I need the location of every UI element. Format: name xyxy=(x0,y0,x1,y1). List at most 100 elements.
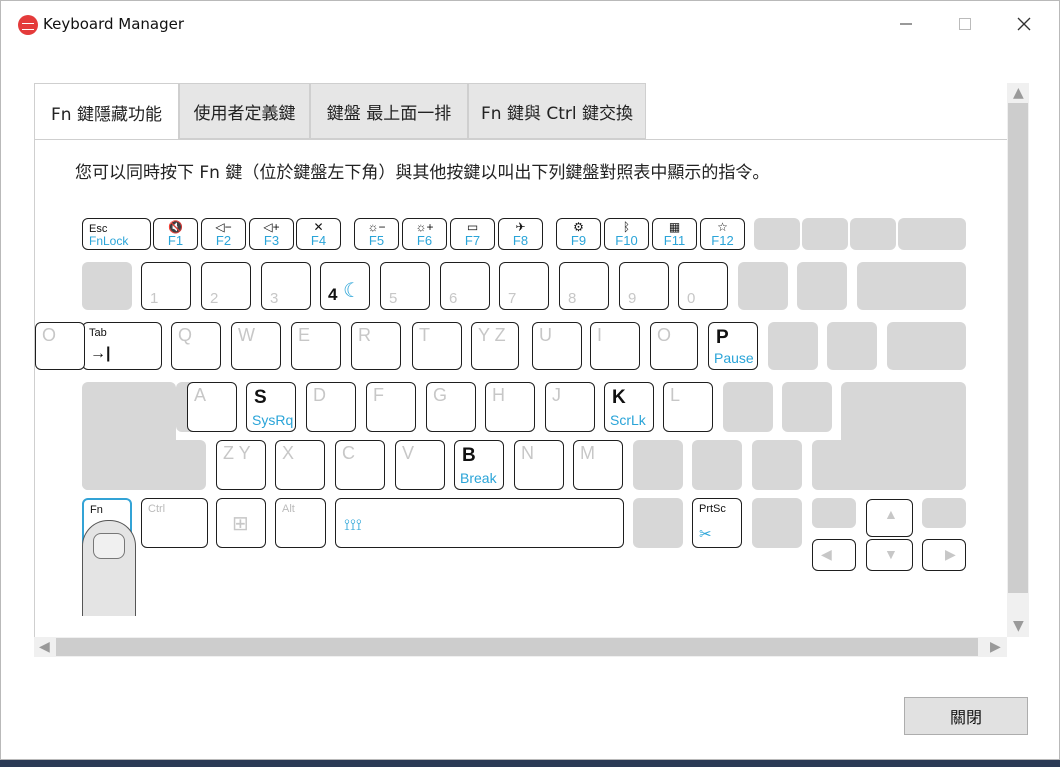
key-semicolon xyxy=(723,382,773,432)
tab-user-defined-keys[interactable]: 使用者定義鍵 xyxy=(179,83,310,139)
key-letter: L xyxy=(670,385,681,405)
scroll-left-icon[interactable]: ◀ xyxy=(39,640,50,654)
key-pgup xyxy=(812,498,856,528)
arrow-left-icon: ◀ xyxy=(821,546,832,562)
alt-label: Alt xyxy=(282,503,295,515)
key-letter: O xyxy=(657,325,672,345)
tab-arrow-icon: →| xyxy=(90,345,111,362)
tab-fn-ctrl-swap[interactable]: Fn 鍵與 Ctrl 鍵交換 xyxy=(468,83,646,139)
key-t: T xyxy=(412,322,462,370)
key-0-label: 0 xyxy=(687,290,696,307)
key-6: 6 xyxy=(440,262,490,310)
key-f10: ᛒ F10 xyxy=(604,218,649,250)
key-backtick xyxy=(82,262,132,310)
key-letter: Y Z xyxy=(478,325,506,345)
key-windows: ⊞ xyxy=(216,498,266,548)
key-gray-top-0 xyxy=(754,218,800,250)
key-zy: Z Y xyxy=(216,440,266,490)
sleep-moon-icon: ☾ xyxy=(343,280,361,302)
tab-top-row[interactable]: 鍵盤 最上面一排 xyxy=(310,83,468,139)
arrow-right-icon: ▶ xyxy=(945,546,956,562)
key-letter: O xyxy=(42,325,57,345)
fnlock-label: FnLock xyxy=(89,234,129,248)
fkey-icon: ⚙ xyxy=(573,220,584,234)
key-alt: Alt xyxy=(275,498,326,548)
key-f5: ☼− F5 xyxy=(354,218,399,250)
key-p-label: P xyxy=(716,327,729,348)
key-period xyxy=(692,440,742,490)
key-s-label: S xyxy=(254,387,267,408)
key-letter: V xyxy=(402,443,415,463)
fkey-label: F4 xyxy=(310,233,327,248)
key-backspace xyxy=(857,262,966,310)
break-label: Break xyxy=(460,470,497,486)
fkey-label: F6 xyxy=(416,233,433,248)
keyboard-backlight-icon: ⟟⟟⟟ xyxy=(344,517,362,534)
fkey-icon: ☼+ xyxy=(415,220,434,234)
horizontal-scrollbar[interactable]: ◀ ▶ xyxy=(34,637,1007,657)
scroll-down-icon[interactable]: ▼ xyxy=(1013,619,1024,633)
close-button[interactable]: 關閉 xyxy=(904,697,1028,735)
key-d: D xyxy=(306,382,356,432)
key-f12: ☆ F12 xyxy=(700,218,745,250)
key-g: G xyxy=(426,382,476,432)
key-letter: Q xyxy=(178,325,193,345)
key-arrow-down: ▼ xyxy=(866,539,913,571)
key-arrow-right: ▶ xyxy=(922,539,966,571)
sysrq-label: SysRq xyxy=(252,412,294,428)
scroll-up-icon[interactable]: ▲ xyxy=(1013,86,1024,100)
ctrl-label: Ctrl xyxy=(148,503,166,515)
pause-label: Pause xyxy=(714,350,754,366)
close-button-label: 關閉 xyxy=(949,708,982,727)
key-letter: M xyxy=(580,443,595,463)
tab-label: 鍵盤 最上面一排 xyxy=(326,103,452,124)
key-h: H xyxy=(485,382,535,432)
fkey-icon: ✈ xyxy=(515,220,526,234)
tab-fn-hidden-functions[interactable]: Fn 鍵隱藏功能 xyxy=(34,83,179,141)
key-letter: H xyxy=(492,385,505,405)
key-x: X xyxy=(275,440,325,490)
key-8: 8 xyxy=(559,262,609,310)
scroll-right-icon[interactable]: ▶ xyxy=(990,640,1001,654)
key-letter: I xyxy=(597,325,603,345)
minimize-button[interactable] xyxy=(883,7,929,41)
tab-label: Fn 鍵與 Ctrl 鍵交換 xyxy=(480,103,633,124)
key-gray-top-3 xyxy=(898,218,966,250)
key-ctrl: Ctrl xyxy=(141,498,208,548)
fkey-icon: ▦ xyxy=(668,220,681,234)
tab-label: Tab xyxy=(89,327,107,339)
prtsc-label: PrtSc xyxy=(699,503,726,515)
fingernail xyxy=(93,533,125,559)
vertical-scrollbar[interactable]: ▲ ▼ xyxy=(1007,83,1029,637)
maximize-button[interactable] xyxy=(942,7,988,41)
key-f6: ☼+ F6 xyxy=(402,218,447,250)
key-letter: D xyxy=(313,385,326,405)
key-gray-top-1 xyxy=(802,218,848,250)
fkey-icon: ☼− xyxy=(367,220,386,234)
key-quote xyxy=(782,382,832,432)
close-window-button[interactable] xyxy=(1001,7,1047,41)
key-i: I xyxy=(590,322,640,370)
fkey-label: F5 xyxy=(368,233,385,248)
tab-panel: 您可以同時按下 Fn 鍵（位於鍵盤左下角）與其他按鍵以叫出下列鍵盤對照表中顯示的… xyxy=(34,139,1008,638)
key-k-label: K xyxy=(612,387,626,408)
key-f: F xyxy=(366,382,416,432)
fkey-icon: ◁+ xyxy=(263,220,280,234)
key-letter: A xyxy=(194,385,207,405)
key-5-label: 5 xyxy=(389,290,398,307)
key-tab: Tab →| xyxy=(82,322,162,370)
fkey-label: F7 xyxy=(464,233,481,248)
tab-label: 使用者定義鍵 xyxy=(193,103,296,124)
key-k: K ScrLk xyxy=(604,382,654,432)
key-0: 0 xyxy=(678,262,728,310)
key-4: 4 ☾ xyxy=(320,262,370,310)
fkey-label: F11 xyxy=(663,233,686,248)
horizontal-scroll-thumb[interactable] xyxy=(56,638,978,656)
vertical-scroll-thumb[interactable] xyxy=(1008,103,1028,593)
key-2: 2 xyxy=(201,262,251,310)
keyboard-diagram: Esc FnLock 🔇 F1 ◁− F2 ◁+ F3 ✕ F4 ☼− F5 ☼+ F6 ▭ F7 ✈ F8 ⚙ F9… xyxy=(35,140,1008,638)
key-prtsc: PrtSc ✂ xyxy=(692,498,742,548)
key-gray-top-2 xyxy=(850,218,896,250)
key-ralt xyxy=(633,498,683,548)
key-letter: Z Y xyxy=(223,443,251,463)
